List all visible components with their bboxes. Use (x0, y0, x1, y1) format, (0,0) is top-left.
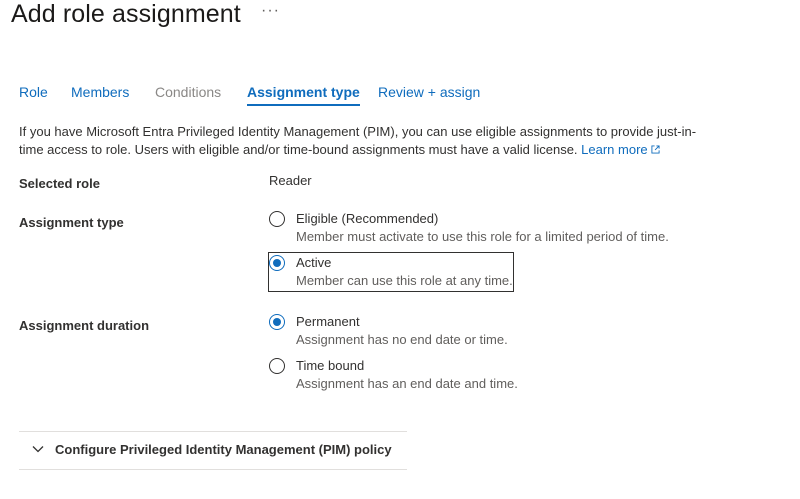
radio-eligible-circle[interactable] (269, 211, 285, 227)
radio-active-title: Active (296, 255, 332, 270)
tab-review-assign[interactable]: Review + assign (378, 84, 480, 100)
assignment-type-label: Assignment type (19, 215, 124, 230)
radio-active-description: Member can use this role at any time. (296, 273, 513, 288)
tab-assignment-type[interactable]: Assignment type (247, 84, 360, 106)
more-options-button[interactable]: ··· (261, 2, 280, 20)
selected-role-label: Selected role (19, 176, 100, 191)
radio-time-bound-title: Time bound (296, 358, 365, 373)
pim-intro-text: If you have Microsoft Entra Privileged I… (19, 123, 719, 159)
selected-role-value: Reader (269, 173, 312, 188)
assignment-duration-label: Assignment duration (19, 318, 150, 333)
radio-permanent-title: Permanent (296, 314, 360, 329)
radio-active-circle[interactable] (269, 255, 285, 271)
radio-permanent-description: Assignment has no end date or time. (296, 332, 508, 347)
chevron-down-icon[interactable] (32, 445, 44, 453)
tab-members[interactable]: Members (71, 84, 129, 100)
radio-active[interactable]: Active Member can use this role at any t… (268, 252, 514, 292)
learn-more-label: Learn more (581, 142, 648, 157)
page-title: Add role assignment (11, 0, 241, 28)
radio-eligible-description: Member must activate to use this role fo… (296, 229, 669, 244)
radio-time-bound-circle[interactable] (269, 358, 285, 374)
radio-eligible[interactable]: Eligible (Recommended) Member must activ… (269, 209, 669, 247)
tab-role[interactable]: Role (19, 84, 48, 100)
external-link-icon (651, 145, 660, 154)
radio-eligible-title: Eligible (Recommended) (296, 211, 439, 226)
pim-policy-accordion[interactable]: Configure Privileged Identity Management… (19, 431, 407, 470)
learn-more-link[interactable]: Learn more (581, 142, 660, 157)
tab-conditions: Conditions (155, 84, 222, 100)
radio-permanent[interactable]: Permanent Assignment has no end date or … (269, 312, 513, 350)
pim-policy-label: Configure Privileged Identity Management… (55, 442, 392, 457)
radio-time-bound[interactable]: Time bound Assignment has an end date an… (269, 356, 518, 394)
radio-permanent-circle[interactable] (269, 314, 285, 330)
radio-time-bound-description: Assignment has an end date and time. (296, 376, 518, 391)
